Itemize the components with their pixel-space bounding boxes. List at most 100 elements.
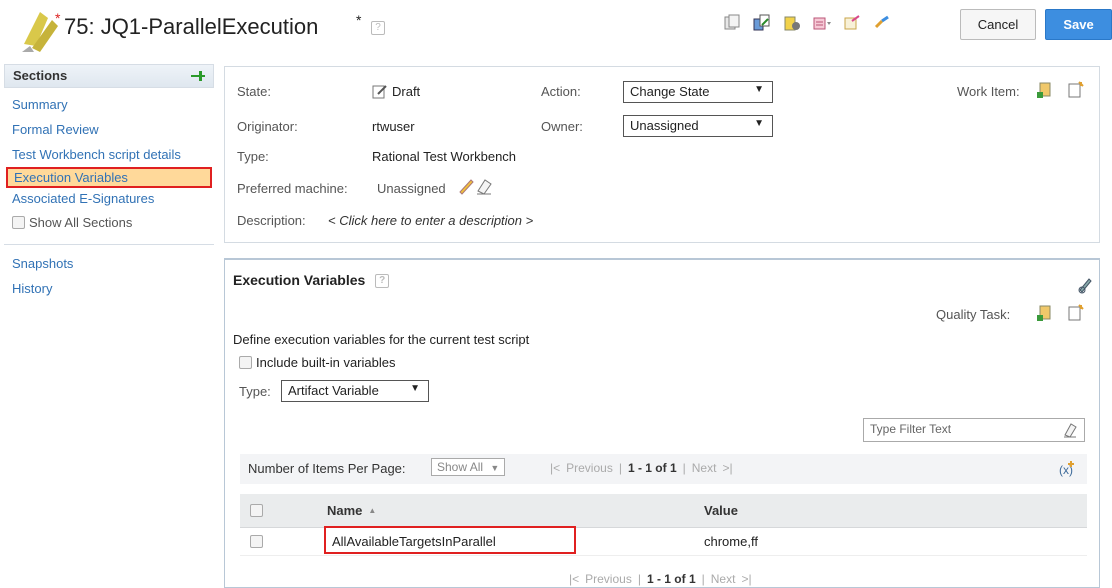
sidebar-item-history[interactable]: History — [4, 278, 214, 299]
state-text: Draft — [392, 84, 421, 99]
chevron-down-icon: ▼ — [754, 84, 764, 95]
row-checkbox[interactable] — [250, 535, 263, 548]
owner-select[interactable]: Unassigned ▼ — [623, 115, 773, 137]
cancel-button[interactable]: Cancel — [960, 9, 1036, 40]
pager-separator: | — [701, 572, 705, 586]
lock-edit-icon[interactable] — [782, 13, 802, 33]
add-variable-icon[interactable]: (x) — [1058, 460, 1076, 478]
next-page-link: Next — [691, 461, 717, 475]
help-icon[interactable]: ? — [375, 274, 390, 289]
last-page-icon: >| — [741, 572, 752, 586]
next-page-link: Next — [710, 572, 736, 586]
sidebar-divider — [4, 244, 214, 245]
execution-variables-panel: Execution Variables ? Quality Task: Defi… — [224, 258, 1100, 588]
pencil-icon[interactable] — [457, 177, 475, 195]
filter-input[interactable]: Type Filter Text — [863, 418, 1085, 442]
dirty-marker: * — [55, 10, 61, 26]
variable-value-cell[interactable]: chrome,ff — [704, 528, 758, 555]
draft-edit-icon — [372, 85, 387, 99]
show-all-sections-toggle[interactable]: Show All Sections — [4, 211, 214, 234]
variable-type-label: Type: — [239, 384, 271, 399]
state-value[interactable]: Draft — [372, 84, 420, 99]
sidebar-item-snapshots[interactable]: Snapshots — [4, 253, 214, 274]
previous-page-link: Previous — [566, 461, 613, 475]
per-page-select[interactable]: Show All ▼ — [431, 458, 506, 476]
value-column-header[interactable]: Value — [704, 494, 738, 527]
table-header: Name ▲ Value — [240, 494, 1087, 528]
preferred-machine-label: Preferred machine: — [237, 181, 348, 196]
name-column-header[interactable]: Name ▲ — [327, 494, 376, 527]
description-input[interactable]: < Click here to enter a description > — [328, 213, 533, 228]
pager-top: |< Previous | 1 - 1 of 1 | Next >| — [550, 461, 733, 475]
chevron-down-icon: ▼ — [410, 383, 420, 394]
owner-label: Owner: — [541, 119, 583, 134]
owner-select-value: Unassigned — [630, 118, 699, 133]
execution-variables-title: Execution Variables ? — [233, 272, 390, 289]
help-icon[interactable]: ? — [371, 21, 385, 35]
variable-name-cell[interactable]: AllAvailableTargetsInParallel — [332, 528, 496, 555]
pager-range: 1 - 1 of 1 — [627, 461, 677, 475]
action-label: Action: — [541, 84, 581, 99]
work-item-new-icon[interactable] — [1065, 80, 1085, 100]
edit-section-icon[interactable] — [1076, 276, 1094, 294]
pin-icon[interactable] — [191, 70, 205, 82]
page-title: 75: JQ1-ParallelExecution — [64, 14, 319, 39]
quality-task-link-icon[interactable] — [1035, 303, 1055, 323]
first-page-icon: |< — [550, 461, 561, 475]
editor-header: * 75: JQ1-ParallelExecution * ? Cancel S… — [0, 0, 1112, 56]
first-page-icon: |< — [569, 572, 580, 586]
last-page-icon: >| — [722, 461, 733, 475]
action-select[interactable]: Change State ▼ — [623, 81, 773, 103]
pager-bottom: |< Previous | 1 - 1 of 1 | Next >| — [569, 572, 752, 586]
quality-task-label: Quality Task: — [936, 307, 1011, 322]
clear-filter-icon[interactable] — [1062, 422, 1078, 438]
sections-sidebar: Sections Summary Formal Review Test Work… — [4, 64, 214, 588]
pager-separator: | — [682, 461, 686, 475]
pager-separator: | — [637, 572, 641, 586]
pager-bar: Number of Items Per Page: Show All ▼ |< … — [240, 454, 1087, 484]
chevron-down-icon: ▼ — [754, 118, 764, 129]
variable-type-value: Artifact Variable — [288, 383, 379, 398]
table-row[interactable]: AllAvailableTargetsInParallel chrome,ff — [240, 526, 1087, 556]
originator-label: Originator: — [237, 119, 298, 134]
action-select-value: Change State — [630, 84, 710, 99]
sidebar-item-test-workbench-script-details[interactable]: Test Workbench script details — [4, 144, 214, 165]
originator-value: rtwuser — [372, 119, 415, 134]
sidebar-header: Sections — [4, 64, 214, 88]
eraser-icon[interactable] — [475, 177, 493, 195]
pager-separator: | — [618, 461, 622, 475]
intro-text: Define execution variables for the curre… — [233, 332, 530, 347]
quality-task-new-icon[interactable] — [1065, 303, 1085, 323]
description-label: Description: — [237, 213, 306, 228]
link-icon[interactable] — [872, 13, 892, 33]
copy-icon[interactable] — [722, 13, 742, 33]
type-value: Rational Test Workbench — [372, 149, 517, 164]
work-item-link-icon[interactable] — [1035, 80, 1055, 100]
export-icon[interactable] — [842, 13, 862, 33]
section-title: Execution Variables — [233, 272, 366, 288]
view-menu-icon[interactable] — [812, 13, 832, 33]
sidebar-item-execution-variables[interactable]: Execution Variables — [6, 167, 212, 188]
name-column-label: Name — [327, 503, 363, 518]
include-builtin-label: Include built-in variables — [256, 355, 396, 370]
variable-type-select[interactable]: Artifact Variable ▼ — [281, 380, 429, 402]
sidebar-item-formal-review[interactable]: Formal Review — [4, 119, 214, 140]
toolbar — [722, 13, 892, 33]
sidebar-item-associated-e-signatures[interactable]: Associated E-Signatures — [4, 188, 214, 209]
filter-placeholder: Type Filter Text — [870, 422, 952, 436]
preferred-machine-value: Unassigned — [377, 181, 446, 196]
details-panel: State: Draft Action: Change State ▼ Work… — [224, 66, 1100, 243]
sidebar-title: Sections — [13, 68, 68, 83]
include-builtin-toggle[interactable]: Include built-in variables — [239, 355, 395, 370]
select-all-checkbox[interactable] — [250, 504, 263, 517]
per-page-value: Show All — [437, 460, 484, 474]
type-label: Type: — [237, 149, 269, 164]
sort-ascending-icon: ▲ — [368, 506, 377, 515]
include-builtin-checkbox[interactable] — [239, 356, 252, 369]
save-button[interactable]: Save — [1045, 9, 1112, 40]
sidebar-item-summary[interactable]: Summary — [4, 94, 214, 115]
state-label: State: — [237, 84, 271, 99]
show-all-sections-checkbox[interactable] — [12, 216, 25, 229]
pager-range: 1 - 1 of 1 — [646, 572, 696, 586]
duplicate-icon[interactable] — [752, 13, 772, 33]
